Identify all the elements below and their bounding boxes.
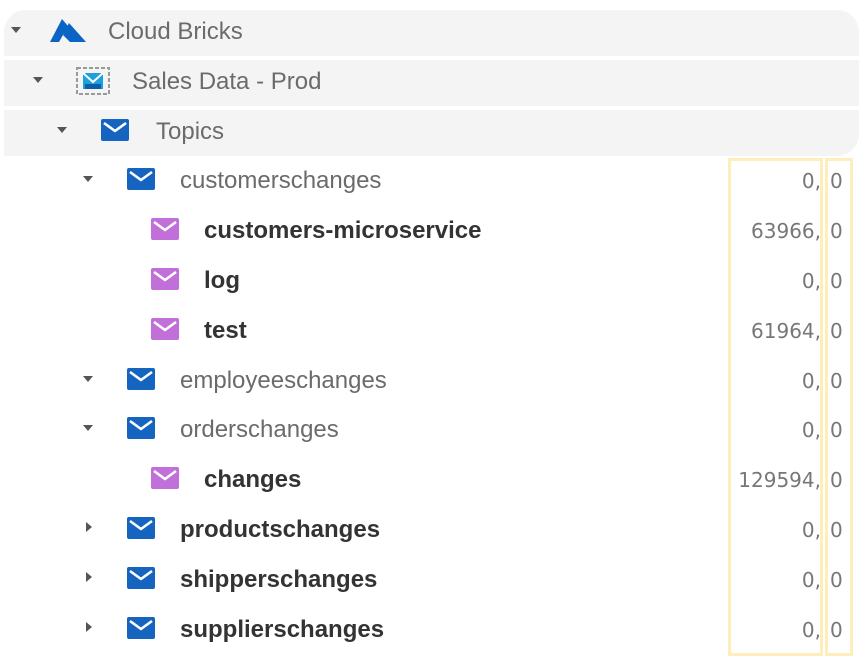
expand-caret-icon[interactable] <box>86 622 92 632</box>
mail-open-icon <box>150 267 180 293</box>
deadletter-message-count: 0 <box>830 418 843 442</box>
tree-item-label: supplierschanges <box>180 616 385 643</box>
active-message-count: 0, <box>801 418 821 442</box>
active-message-count: 129594, <box>738 468 821 492</box>
mail-icon <box>126 367 156 393</box>
mail-icon <box>126 416 156 442</box>
deadletter-message-count: 0 <box>830 219 843 243</box>
tree-item-label: Sales Data - Prod <box>132 68 322 95</box>
mail-open-icon <box>150 317 180 343</box>
active-message-count: 0, <box>801 518 821 542</box>
tree-row-shipperschanges[interactable]: shipperschanges 0, 0 <box>0 554 859 604</box>
active-message-count: 0, <box>801 169 821 193</box>
tree-item-label: changes <box>204 466 302 493</box>
deadletter-message-count: 0 <box>830 468 843 492</box>
deadletter-message-count: 0 <box>830 568 843 592</box>
tree-row-topics[interactable]: Topics <box>0 106 859 156</box>
selected-row-background <box>4 110 859 156</box>
deadletter-message-count: 0 <box>830 169 843 193</box>
collapse-caret-icon[interactable] <box>33 77 43 83</box>
mail-icon <box>126 616 156 642</box>
mail-icon <box>126 516 156 542</box>
active-message-count: 0, <box>801 618 821 642</box>
tree-item-label: employeeschanges <box>180 367 387 394</box>
service-bus-tree: supplierschanges 0, 0 shipperschanges 0, 0 pro… <box>0 0 859 657</box>
tree-row-sales-data-prod[interactable]: Sales Data - Prod <box>0 56 859 106</box>
azure-icon <box>48 18 88 44</box>
collapse-caret-icon[interactable] <box>83 425 93 431</box>
tree-item-label: test <box>204 317 247 344</box>
tree-item-label: customers-microservice <box>204 217 482 244</box>
active-message-count: 0, <box>801 369 821 393</box>
collapse-caret-icon[interactable] <box>83 176 93 182</box>
tree-row-cloud-bricks[interactable]: Cloud Bricks <box>0 6 859 56</box>
mail-icon <box>126 566 156 592</box>
deadletter-message-count: 0 <box>830 369 843 393</box>
tree-row-test[interactable]: test 61964, 0 <box>0 305 859 355</box>
deadletter-message-count: 0 <box>830 319 843 343</box>
mail-icon <box>126 167 156 193</box>
deadletter-message-count: 0 <box>830 518 843 542</box>
tree-item-label: Cloud Bricks <box>108 18 243 45</box>
expand-caret-icon[interactable] <box>86 572 92 582</box>
active-message-count: 0, <box>801 269 821 293</box>
collapse-caret-icon[interactable] <box>11 27 21 33</box>
tree-row-customerschanges[interactable]: customerschanges 0, 0 <box>0 155 859 205</box>
tree-item-label: Topics <box>156 118 225 145</box>
active-message-count: 63966, <box>751 219 821 243</box>
mail-open-icon <box>150 466 180 492</box>
tree-item-label: customerschanges <box>180 167 382 194</box>
tree-row-productschanges[interactable]: productschanges 0, 0 <box>0 504 859 554</box>
tree-item-label: orderschanges <box>180 416 339 443</box>
active-message-count: 61964, <box>751 319 821 343</box>
tree-row-customers-microservice[interactable]: customers-microservice 63966, 0 <box>0 205 859 255</box>
mail-icon <box>100 118 130 144</box>
expand-caret-icon[interactable] <box>86 522 92 532</box>
mail-open-icon <box>150 217 180 243</box>
active-message-count: 0, <box>801 568 821 592</box>
namespace-icon <box>74 67 112 95</box>
tree-row-employeeschanges[interactable]: employeeschanges 0, 0 <box>0 355 859 405</box>
tree-row-changes[interactable]: changes 129594, 0 <box>0 454 859 504</box>
tree-item-label: shipperschanges <box>180 566 378 593</box>
tree-item-label: log <box>204 267 240 294</box>
collapse-caret-icon[interactable] <box>83 376 93 382</box>
tree-row-supplierschanges[interactable]: supplierschanges 0, 0 <box>0 604 859 654</box>
tree-row-log[interactable]: log 0, 0 <box>0 255 859 305</box>
tree-item-label: productschanges <box>180 516 381 543</box>
collapse-caret-icon[interactable] <box>57 127 67 133</box>
tree-row-orderschanges[interactable]: orderschanges 0, 0 <box>0 404 859 454</box>
deadletter-message-count: 0 <box>830 269 843 293</box>
deadletter-message-count: 0 <box>830 618 843 642</box>
